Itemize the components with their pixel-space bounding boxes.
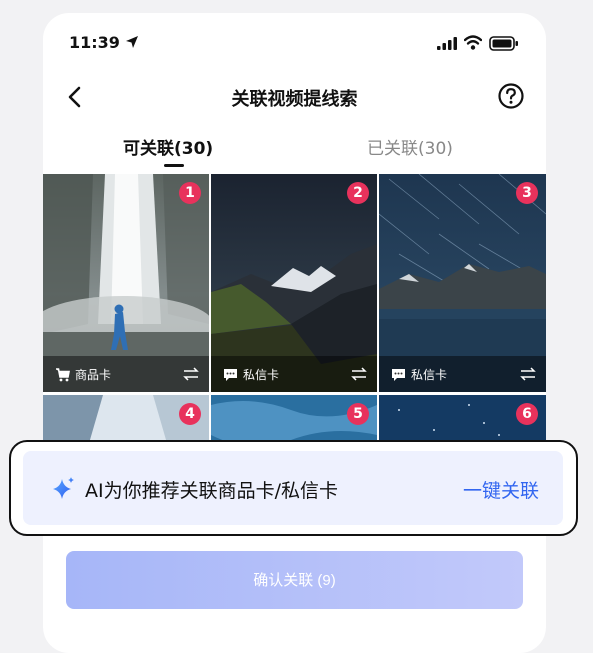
ai-recommendation-text: AI为你推荐关联商品卡/私信卡 bbox=[85, 480, 339, 502]
location-arrow-icon bbox=[126, 36, 138, 48]
battery-icon bbox=[489, 36, 518, 51]
tab-linkable[interactable]: 可关联(30) bbox=[123, 134, 213, 159]
tile-card-bar: 私信卡 bbox=[211, 356, 377, 392]
order-badge: 2 bbox=[347, 182, 369, 204]
status-time: 11:39 bbox=[69, 33, 120, 52]
tab-linked[interactable]: 已关联(30) bbox=[367, 134, 453, 159]
tile-card-bar: 私信卡 bbox=[379, 356, 546, 392]
card-label: 私信卡 bbox=[411, 368, 448, 382]
video-tile[interactable]: 1 商品卡 bbox=[43, 174, 209, 392]
swap-icon[interactable] bbox=[520, 367, 536, 381]
message-icon bbox=[224, 369, 237, 381]
video-grid: 1 商品卡 2 私信卡 3 私信卡 4 5 6 bbox=[43, 174, 546, 464]
order-badge: 6 bbox=[516, 403, 538, 425]
sparkle-icon bbox=[53, 477, 74, 499]
shopping-cart-icon bbox=[56, 368, 70, 382]
card-label: 商品卡 bbox=[75, 368, 112, 382]
one-click-link-button[interactable]: 一键关联 bbox=[463, 476, 539, 503]
navigation-bar: 关联视频提线索 bbox=[43, 75, 546, 119]
confirm-link-button[interactable]: 确认关联 (9) bbox=[66, 551, 523, 609]
order-badge: 4 bbox=[179, 403, 201, 425]
swap-icon[interactable] bbox=[351, 367, 367, 381]
tab-indicator bbox=[164, 164, 184, 167]
card-label: 私信卡 bbox=[243, 368, 280, 382]
video-tile[interactable]: 3 私信卡 bbox=[379, 174, 546, 392]
order-badge: 3 bbox=[516, 182, 538, 204]
swap-icon[interactable] bbox=[183, 367, 199, 381]
ai-recommendation-banner: AI为你推荐关联商品卡/私信卡 一键关联 bbox=[23, 451, 563, 525]
message-icon bbox=[392, 369, 405, 381]
order-badge: 1 bbox=[179, 182, 201, 204]
order-badge: 5 bbox=[347, 403, 369, 425]
tile-card-bar: 商品卡 bbox=[43, 356, 209, 392]
page-title: 关联视频提线索 bbox=[231, 89, 358, 110]
status-bar: 11:39 bbox=[43, 13, 546, 73]
wifi-icon bbox=[464, 35, 482, 50]
video-tile[interactable]: 2 私信卡 bbox=[211, 174, 377, 392]
ai-recommendation-callout: AI为你推荐关联商品卡/私信卡 一键关联 bbox=[9, 440, 578, 536]
signal-icon bbox=[437, 37, 457, 50]
question-circle-icon[interactable] bbox=[497, 82, 525, 110]
